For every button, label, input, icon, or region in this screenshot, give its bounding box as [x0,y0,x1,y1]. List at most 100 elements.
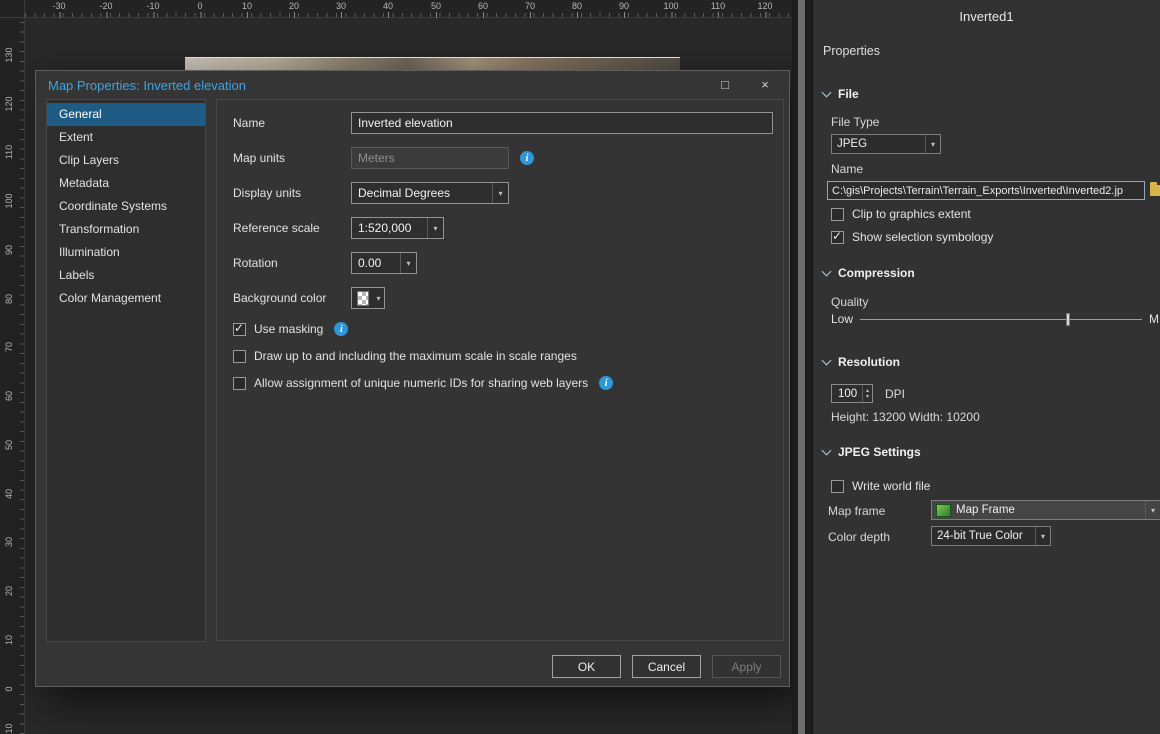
selection-symbology-checkbox[interactable]: ✓ [831,231,844,244]
slider-track[interactable] [860,319,1142,320]
ruler-corner [0,0,25,18]
v-ruler-label: 10 [4,635,14,645]
draw-max-scale-label: Draw up to and including the maximum sca… [254,349,577,363]
draw-max-scale-checkbox[interactable]: ✓ [233,350,246,363]
chevron-down-icon: ▾ [427,218,443,238]
h-ruler-label: 40 [383,1,393,11]
vertical-scrollbar[interactable] [792,0,812,734]
rotation-value: 0.00 [352,256,387,270]
jpeg-settings-section-header[interactable]: JPEG Settings [823,445,921,459]
rotation-label: Rotation [233,256,351,270]
h-ruler-label: -20 [99,1,112,11]
info-icon[interactable]: i [334,322,348,336]
sidebar-item-transformation[interactable]: Transformation [47,218,205,241]
write-world-file-checkbox[interactable]: ✓ [831,480,844,493]
dialog-title: Map Properties: Inverted elevation [48,78,246,93]
chevron-down-icon [822,446,832,456]
close-icon[interactable]: × [745,72,785,97]
v-ruler-label: 60 [4,391,14,401]
chevron-down-icon: ▾ [1035,527,1050,545]
apply-button[interactable]: Apply [712,655,781,678]
resolution-section-header[interactable]: Resolution [823,355,900,369]
dialog-titlebar[interactable]: Map Properties: Inverted elevation □ × [36,71,789,99]
map-properties-dialog: Map Properties: Inverted elevation □ × G… [35,70,790,687]
v-ruler-label: 70 [4,342,14,352]
rotation-dropdown[interactable]: 0.00 ▾ [351,252,417,274]
ok-button[interactable]: OK [552,655,621,678]
jpeg-settings-section-title: JPEG Settings [838,445,921,459]
selection-symbology-label: Show selection symbology [852,230,993,244]
file-type-dropdown[interactable]: JPEG ▾ [831,134,941,154]
map-frame-label: Map frame [828,504,885,518]
sidebar-item-illumination[interactable]: Illumination [47,241,205,264]
info-icon[interactable]: i [520,151,534,165]
file-name-label: Name [831,162,863,176]
use-masking-label: Use masking [254,322,323,336]
file-type-label: File Type [831,115,879,129]
map-frame-dropdown[interactable]: Map Frame ▾ [931,500,1160,520]
dpi-value: 100 [838,388,859,400]
reference-scale-value: 1:520,000 [352,221,417,235]
h-ruler-label: -30 [52,1,65,11]
color-depth-label: Color depth [828,530,890,544]
quality-slider[interactable]: Low M [831,312,1159,326]
v-ruler-label: 20 [4,586,14,596]
chevron-down-icon: ▾ [373,288,384,308]
output-size-text: Height: 13200 Width: 10200 [831,410,980,424]
dialog-sidebar: General Extent Clip Layers Metadata Coor… [46,99,206,642]
dialog-content: Name Inverted elevation Map units Meters… [216,99,784,641]
color-depth-dropdown[interactable]: 24-bit True Color ▾ [931,526,1051,546]
use-masking-checkbox[interactable]: ✓ [233,323,246,336]
clip-graphics-checkbox[interactable]: ✓ [831,208,844,221]
maximize-icon[interactable]: □ [705,72,745,97]
v-ruler-label: 0 [4,686,14,691]
map-units-label: Map units [233,151,351,165]
sidebar-item-extent[interactable]: Extent [47,126,205,149]
v-ruler-label: 40 [4,489,14,499]
h-ruler-label: 70 [525,1,535,11]
v-ruler-label: 130 [4,47,14,62]
sidebar-item-clip-layers[interactable]: Clip Layers [47,149,205,172]
quality-label: Quality [831,295,868,309]
clip-graphics-label: Clip to graphics extent [852,207,971,221]
app-window: -30 -20 -10 0 10 20 30 40 50 60 70 80 90… [0,0,1160,734]
v-ruler-label: 50 [4,440,14,450]
display-units-dropdown[interactable]: Decimal Degrees ▾ [351,182,509,204]
map-frame-value: Map Frame [951,504,1020,516]
scrollbar-thumb[interactable] [798,0,805,734]
background-color-label: Background color [233,291,351,305]
file-section-header[interactable]: File [823,87,859,101]
map-units-input: Meters [351,147,509,169]
export-pane: Inverted1 Properties File File Type JPEG… [812,0,1160,734]
sidebar-item-general[interactable]: General [47,103,205,126]
v-ruler-label: 90 [4,245,14,255]
file-path-input[interactable]: C:\gis\Projects\Terrain\Terrain_Exports\… [827,181,1145,200]
unique-ids-checkbox[interactable]: ✓ [233,377,246,390]
display-units-value: Decimal Degrees [352,186,456,200]
compression-section-header[interactable]: Compression [823,266,915,280]
h-ruler-label: 50 [431,1,441,11]
sidebar-item-labels[interactable]: Labels [47,264,205,287]
sidebar-item-coordinate-systems[interactable]: Coordinate Systems [47,195,205,218]
reference-scale-dropdown[interactable]: 1:520,000 ▾ [351,217,444,239]
cancel-button[interactable]: Cancel [632,655,701,678]
background-color-picker[interactable]: ▾ [351,287,385,309]
dialog-footer-buttons: OK Cancel Apply [552,655,781,678]
sidebar-item-metadata[interactable]: Metadata [47,172,205,195]
v-ruler-label: 80 [4,294,14,304]
browse-folder-icon[interactable] [1150,185,1160,196]
spinner-down-icon[interactable]: ▾ [866,394,869,400]
h-ruler-label: -10 [146,1,159,11]
file-type-value: JPEG [832,138,872,150]
transparent-color-swatch [357,291,369,306]
map-frame-icon [936,504,951,517]
sidebar-item-color-management[interactable]: Color Management [47,287,205,310]
info-icon[interactable]: i [599,376,613,390]
map-name-input[interactable]: Inverted elevation [351,112,773,134]
slider-handle[interactable] [1066,313,1070,326]
v-ruler-label: 120 [4,96,14,111]
h-ruler-label: 10 [242,1,252,11]
v-ruler-label: 100 [4,193,14,208]
spinner-arrows[interactable]: ▴ ▾ [862,385,872,402]
dpi-spinner[interactable]: 100 ▴ ▾ [831,384,873,403]
